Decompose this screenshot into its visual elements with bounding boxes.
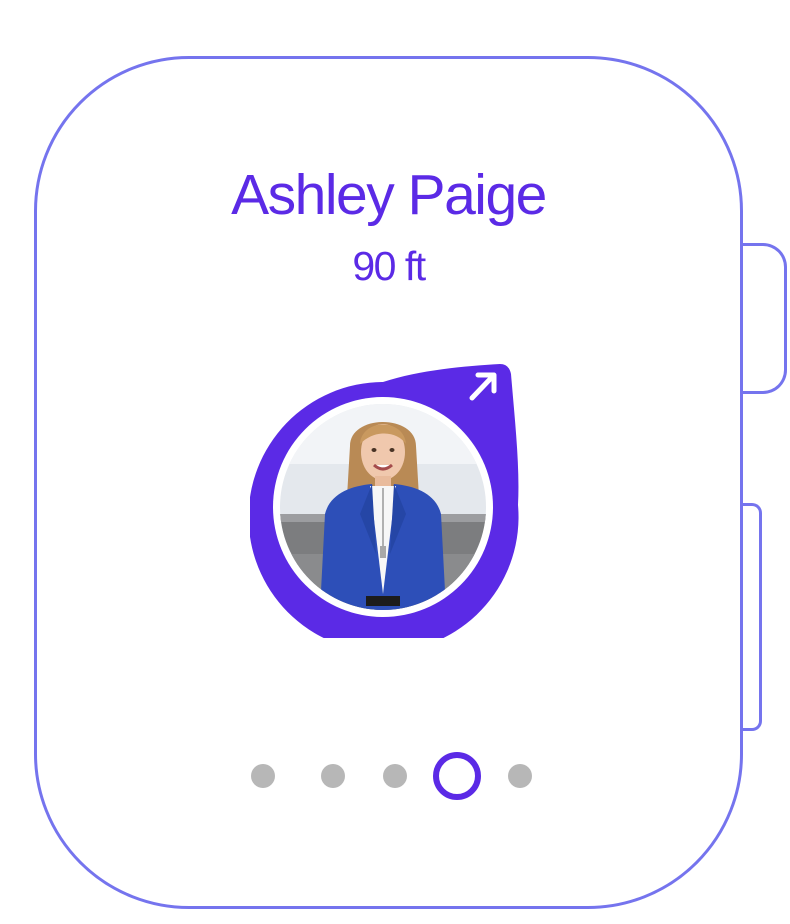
avatar — [280, 404, 486, 610]
page-dot-5[interactable] — [508, 764, 532, 788]
side-button[interactable] — [743, 503, 762, 731]
page-dot-4-active[interactable] — [433, 752, 481, 800]
watch-screen: Ashley Paige 90 ft — [0, 0, 790, 924]
contact-name: Ashley Paige — [231, 163, 547, 227]
page-dot-3[interactable] — [383, 764, 407, 788]
page-indicator[interactable] — [240, 748, 550, 804]
page-dot-2[interactable] — [321, 764, 345, 788]
person-photo — [280, 404, 486, 610]
digital-crown[interactable] — [743, 243, 787, 394]
page-dot-1[interactable] — [251, 764, 275, 788]
direction-compass[interactable] — [250, 362, 520, 638]
contact-distance: 90 ft — [352, 243, 426, 289]
